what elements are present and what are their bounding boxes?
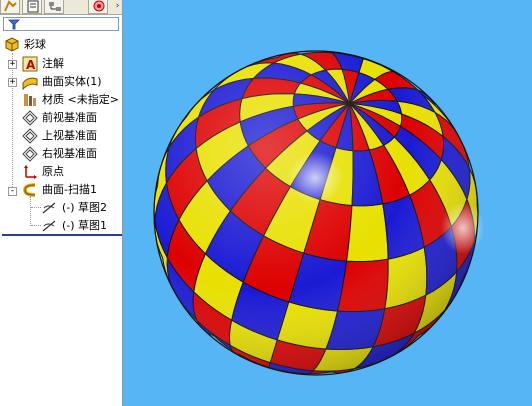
tree-connector [30,196,31,226]
tab-configuration-manager[interactable] [44,0,64,14]
tree-item-material[interactable]: 材质 <未指定> [22,91,120,109]
rollback-bar[interactable] [2,234,122,236]
tree-connector [12,53,13,193]
tree-item-origin[interactable]: 原点 [22,163,120,181]
graphics-viewport[interactable] [123,0,532,406]
tree-item-surface-sweep[interactable]: 曲面-扫描1 [22,181,120,199]
target-icon [93,0,105,12]
tree-item-label: 上视基准面 [42,129,97,142]
tree-item-label: (-) 草图2 [62,201,108,214]
tree-item-front-plane[interactable]: 前视基准面 [22,109,120,127]
ball-highlight [287,152,343,204]
tab-feature-manager[interactable] [0,0,20,14]
tree-item-label: 右视基准面 [42,147,97,160]
tree-connector [31,207,41,208]
tree-item-top-plane[interactable]: 上视基准面 [22,127,120,145]
tree-connector [31,225,41,226]
tree-item-label: (-) 草图1 [62,219,108,232]
tree-item-label: 注解 [42,57,64,70]
tree-item-label: 原点 [42,165,64,178]
svg-text:A: A [26,58,36,72]
material-icon [24,94,36,106]
tree-item-label: 材质 <未指定> [42,93,119,106]
manager-tab-bar: › [0,0,122,15]
configuration-icon [49,2,61,11]
tree-item-label: 前视基准面 [42,111,97,124]
tree-filter[interactable] [3,17,119,31]
plane-icon [22,146,38,162]
annotation-icon: A [22,56,38,72]
tab-property-manager[interactable] [22,0,42,14]
tree-item-sketch2[interactable]: (-) 草图2 [42,199,120,217]
plane-icon [22,128,38,144]
property-sheet-icon [27,0,39,13]
tree-item-label: 曲面实体(1) [42,75,102,88]
feature-tree-icon [4,0,17,12]
expand-toggle-surface-bodies[interactable]: + [8,78,17,87]
part-icon [5,37,19,52]
sketch-icon [42,202,56,214]
origin-icon [24,165,37,179]
feature-manager-panel: › 彩球 + A 注解 + 曲面实体(1) 材质 <未指定> 前视基准面 上视基… [0,0,123,406]
surface-body-icon [22,77,38,90]
ball-shading [154,51,478,375]
tree-item-surface-bodies[interactable]: 曲面实体(1) [22,73,120,91]
expand-toggle-annotations[interactable]: + [8,60,17,69]
tree-item-sketch1[interactable]: (-) 草图1 [42,217,120,235]
sketch-icon [42,220,56,232]
tab-dim-xpert[interactable] [88,0,108,14]
filter-icon [8,19,20,30]
tree-item-right-plane[interactable]: 右视基准面 [22,145,120,163]
part-name: 彩球 [24,38,46,51]
plane-icon [22,110,38,126]
sweep-icon [23,183,36,197]
tab-scroll-right-button[interactable]: › [113,0,122,14]
tree-item-annotations[interactable]: A 注解 [22,55,120,73]
beach-ball-model[interactable] [123,0,532,406]
tree-root-part[interactable]: 彩球 [4,36,120,54]
collapse-toggle-sweep[interactable]: - [8,187,17,196]
tree-item-label: 曲面-扫描1 [42,183,97,196]
